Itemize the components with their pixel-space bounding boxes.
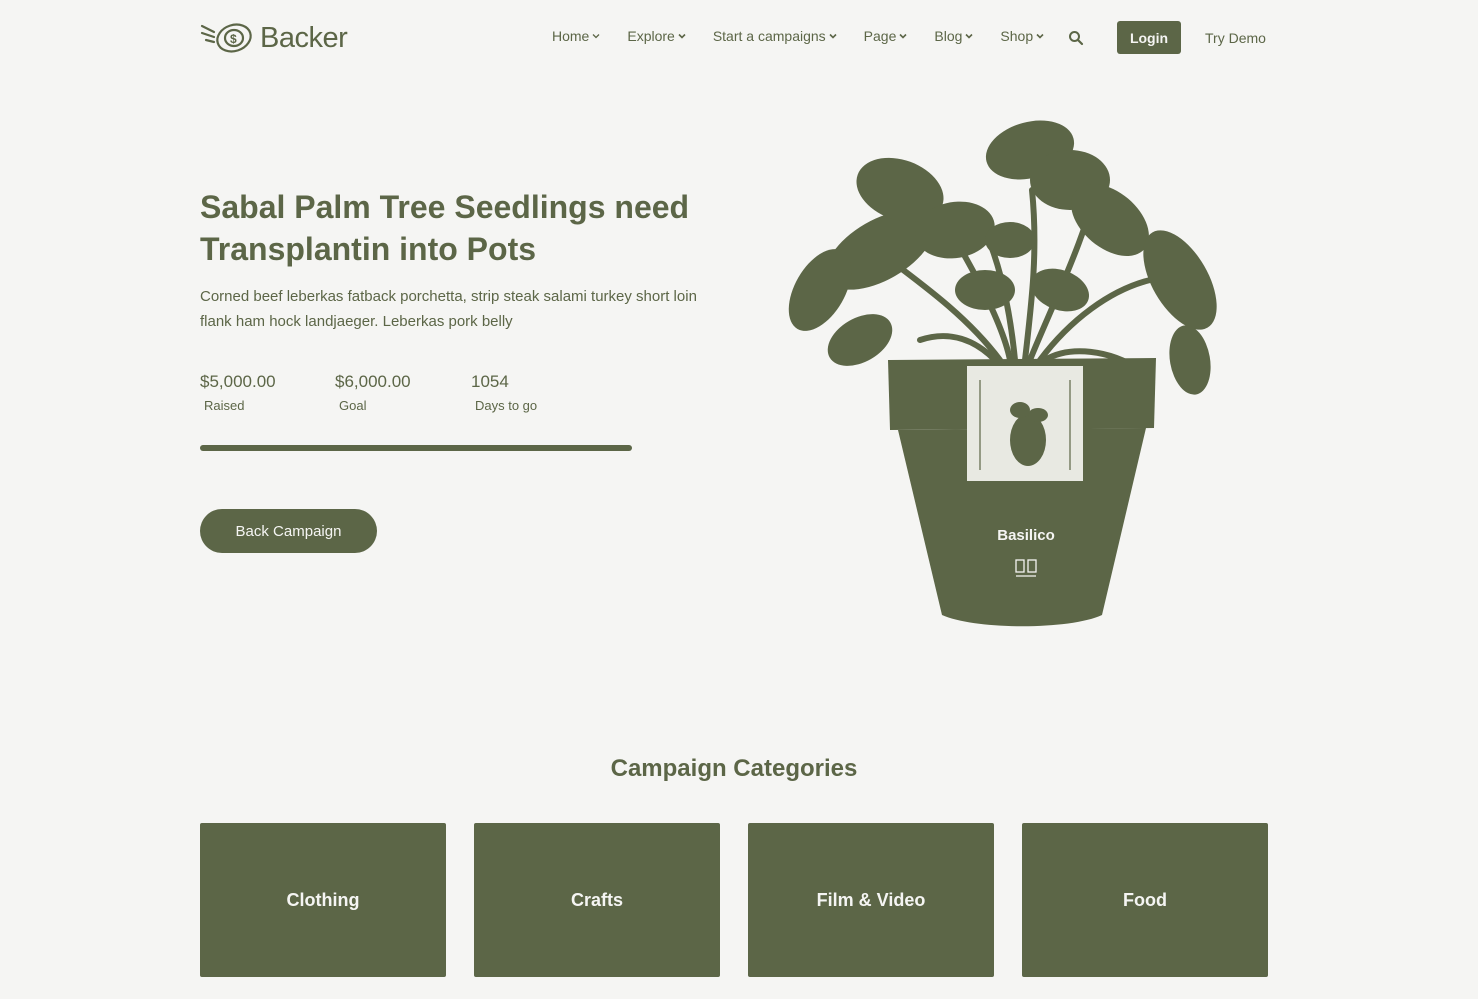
chevron-down-icon [899, 33, 907, 39]
logo-text: Backer [260, 21, 348, 54]
nav-home[interactable]: Home [552, 28, 600, 44]
nav-start-campaigns[interactable]: Start a campaigns [713, 28, 837, 44]
stat-days-value: 1054 [471, 372, 509, 391]
try-demo-link[interactable]: Try Demo [1205, 30, 1266, 46]
category-card-film-video[interactable]: Film & Video [748, 823, 994, 977]
logo-icon: $ [200, 23, 252, 53]
category-label: Clothing [286, 889, 360, 910]
svg-text:$: $ [230, 32, 237, 46]
site-header: $ Backer Home Explore Start a campaigns … [0, 0, 1478, 76]
nav-blog-label: Blog [934, 28, 963, 44]
nav-explore-label: Explore [627, 28, 675, 44]
stat-goal-label: Goal [339, 398, 367, 413]
nav-page-label: Page [863, 28, 897, 44]
category-label: Food [1123, 889, 1167, 910]
progress-fill [200, 445, 632, 451]
nav-start-campaigns-label: Start a campaigns [712, 28, 826, 44]
chevron-down-icon [678, 33, 686, 39]
plant-pot-image: Basilico [788, 120, 1217, 627]
nav-explore[interactable]: Explore [627, 28, 686, 44]
chevron-down-icon [1036, 33, 1044, 39]
chevron-down-icon [829, 33, 837, 39]
nav-shop[interactable]: Shop [1000, 28, 1044, 44]
stat-raised: $5,000.00 Raised [200, 372, 276, 413]
nav-shop-label: Shop [1000, 28, 1034, 44]
categories-heading: Campaign Categories [610, 755, 858, 782]
stat-days: 1054 Days to go [471, 372, 537, 413]
category-label: Film & Video [816, 889, 926, 910]
chevron-down-icon [592, 34, 600, 39]
stat-days-label: Days to go [475, 398, 538, 413]
category-card-clothing[interactable]: Clothing [200, 823, 446, 977]
hero-description: Corned beef leberkas fatback porchetta, … [200, 288, 697, 330]
stat-goal-value: $6,000.00 [335, 372, 411, 391]
category-card-food[interactable]: Food [1022, 823, 1268, 977]
search-icon[interactable] [1068, 30, 1084, 46]
stat-raised-label: Raised [204, 398, 245, 413]
chevron-down-icon [965, 33, 973, 39]
category-card-crafts[interactable]: Crafts [474, 823, 720, 977]
login-button[interactable]: Login [1117, 21, 1181, 54]
hero-title: Sabal Palm Tree Seedlings need Transplan… [200, 189, 690, 267]
nav-home-label: Home [552, 28, 590, 44]
nav-blog[interactable]: Blog [934, 28, 973, 44]
main-nav: Home Explore Start a campaigns Page Blog… [552, 28, 1071, 44]
category-label: Crafts [570, 889, 623, 910]
nav-page[interactable]: Page [864, 28, 908, 44]
progress-bar [200, 445, 632, 451]
pot-label: Basilico [997, 527, 1055, 544]
logo[interactable]: $ Backer [200, 20, 348, 56]
stat-raised-value: $5,000.00 [200, 372, 276, 391]
stat-goal: $6,000.00 Goal [335, 372, 411, 413]
back-campaign-button[interactable]: Back Campaign [200, 509, 377, 553]
